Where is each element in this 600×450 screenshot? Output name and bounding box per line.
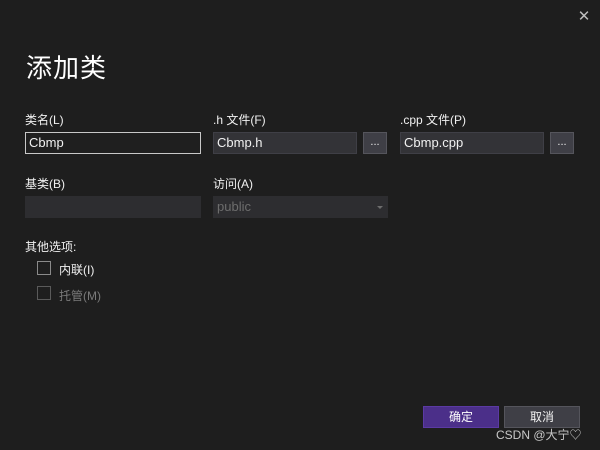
access-label: 访问(A) — [213, 177, 253, 191]
ok-button[interactable]: 确定 — [423, 406, 499, 428]
class-name-input[interactable]: Cbmp — [25, 132, 201, 154]
cpp-file-browse-button[interactable]: ... — [550, 132, 574, 154]
h-file-label: .h 文件(F) — [213, 113, 266, 127]
add-class-dialog: ✕ 添加类 类名(L) Cbmp .h 文件(F) Cbmp.h ... .cp… — [0, 0, 600, 450]
h-file-browse-button[interactable]: ... — [363, 132, 387, 154]
base-class-input — [25, 196, 201, 218]
close-icon[interactable]: ✕ — [574, 6, 594, 26]
access-select: public — [213, 196, 388, 218]
cpp-file-label: .cpp 文件(P) — [400, 113, 467, 127]
managed-checkbox — [37, 286, 51, 300]
h-file-input[interactable]: Cbmp.h — [213, 132, 357, 154]
chevron-down-icon — [377, 206, 383, 209]
other-options-label: 其他选项: — [25, 240, 77, 254]
cancel-button[interactable]: 取消 — [504, 406, 580, 428]
inline-checkbox-label[interactable]: 内联(I) — [59, 261, 94, 278]
managed-checkbox-label: 托管(M) — [59, 289, 101, 303]
inline-checkbox[interactable] — [37, 261, 51, 275]
cpp-file-input[interactable]: Cbmp.cpp — [400, 132, 544, 154]
class-name-label: 类名(L) — [25, 113, 64, 127]
base-class-label: 基类(B) — [25, 177, 65, 191]
access-select-value: public — [217, 199, 251, 214]
watermark-text: CSDN @大宁♡ — [496, 428, 582, 442]
dialog-title: 添加类 — [26, 54, 108, 84]
